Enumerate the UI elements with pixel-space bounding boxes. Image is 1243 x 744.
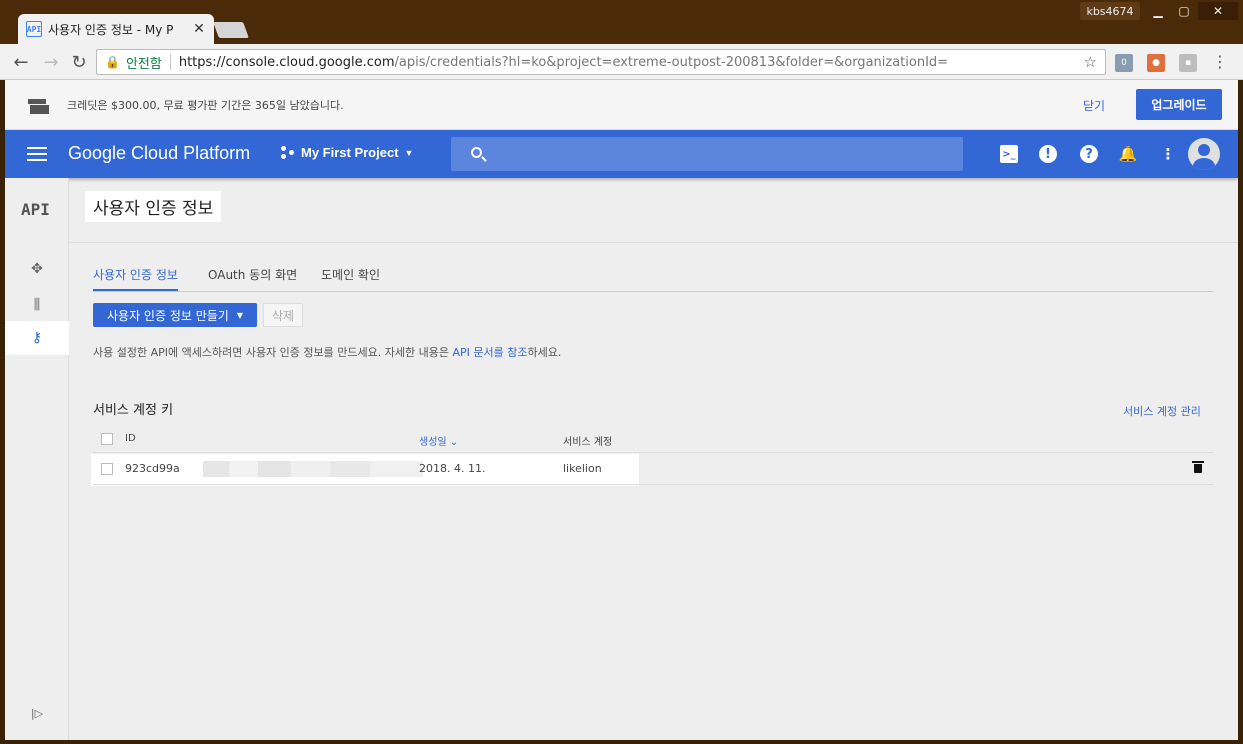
project-dots-icon <box>281 145 295 160</box>
product-title[interactable]: Google Cloud Platform <box>68 143 250 164</box>
search-icon <box>471 147 482 158</box>
url-path: /apis/credentials?hl=ko&project=extreme-… <box>394 54 949 70</box>
trial-banner-text: 크레딧은 $300.00, 무료 평가판 기간은 365일 남았습니다. <box>67 98 344 112</box>
address-bar[interactable]: 🔒 안전함 https://console.cloud.google.com /… <box>96 49 1106 75</box>
extension-icon[interactable]: ● <box>1147 54 1165 72</box>
gift-icon <box>27 95 49 115</box>
chevron-down-icon: ▼ <box>404 147 414 158</box>
create-credentials-label: 사용자 인증 정보 만들기 <box>106 308 229 323</box>
api-docs-link[interactable]: API 문서를 참조 <box>452 346 527 359</box>
help-text-prefix: 사용 설정한 API에 액세스하려면 사용자 인증 정보를 만드세요. 자세한 … <box>93 346 453 359</box>
manage-service-accounts-link[interactable]: 서비스 계정 관리 <box>1123 403 1201 419</box>
key-id: 923cd99a <box>125 462 180 475</box>
key-service-account: likelion <box>563 462 602 475</box>
tab-domain-verification[interactable]: 도메인 확인 <box>321 266 380 291</box>
window-close-icon[interactable]: ✕ <box>1198 2 1238 20</box>
maximize-icon[interactable]: ▢ <box>1172 2 1196 20</box>
api-logo: API <box>21 200 50 219</box>
dashboard-icon[interactable]: ✥ <box>5 252 69 286</box>
app-header: Google Cloud Platform My First Project ▼… <box>5 130 1238 178</box>
browser-titlebar: API 사용자 인증 정보 - My P ✕ kbs4674 ▁ ▢ ✕ <box>0 0 1243 44</box>
library-icon[interactable]: ⫼ <box>5 288 69 322</box>
tab-bar: 사용자 인증 정보 OAuth 동의 화면 도메인 확인 <box>93 266 1213 292</box>
feedback-icon[interactable]: ! <box>1039 145 1057 163</box>
upgrade-button[interactable]: 업그레이드 <box>1136 89 1222 120</box>
row-checkbox[interactable] <box>101 463 113 475</box>
project-selector[interactable]: My First Project ▼ <box>281 145 413 160</box>
help-text: 사용 설정한 API에 액세스하려면 사용자 인증 정보를 만드세요. 자세한 … <box>93 344 561 360</box>
console-page: 크레딧은 $300.00, 무료 평가판 기간은 365일 남았습니다. 닫기 … <box>5 80 1238 740</box>
credentials-key-icon[interactable]: ⚷ <box>5 321 69 355</box>
extension-icon[interactable]: ▪ <box>1179 54 1197 72</box>
extension-icon[interactable]: 0 <box>1115 54 1133 72</box>
reload-icon[interactable]: ↻ <box>68 51 90 73</box>
cloud-shell-icon[interactable]: >_ <box>1000 145 1018 163</box>
minimize-icon[interactable]: ▁ <box>1146 2 1170 20</box>
trash-icon[interactable] <box>1192 461 1204 473</box>
lock-icon: 🔒 <box>105 55 120 69</box>
expand-nav-icon[interactable]: |▷ <box>5 696 69 730</box>
side-navigation: API ✥ ⫼ ⚷ |▷ <box>5 178 69 740</box>
back-arrow-icon[interactable]: ← <box>10 51 32 73</box>
avatar[interactable] <box>1188 138 1220 170</box>
browser-toolbar: ← → ↻ 🔒 안전함 https://console.cloud.google… <box>0 44 1243 80</box>
browser-tab[interactable]: API 사용자 인증 정보 - My P ✕ <box>18 14 214 44</box>
trial-banner: 크레딧은 $300.00, 무료 평가판 기간은 365일 남았습니다. 닫기 … <box>5 80 1238 130</box>
new-tab-button[interactable] <box>213 22 249 38</box>
more-vert-icon[interactable]: ⋮ <box>1159 145 1177 163</box>
key-created-date: 2018. 4. 11. <box>419 462 486 475</box>
tab-oauth-consent[interactable]: OAuth 동의 화면 <box>208 266 297 291</box>
forward-arrow-icon[interactable]: → <box>40 51 62 73</box>
profile-user-badge[interactable]: kbs4674 <box>1080 2 1140 20</box>
table-header: ID 생성일 ⌄ 서비스 계정 <box>93 429 1213 453</box>
tab-close-icon[interactable]: ✕ <box>192 21 206 37</box>
section-title: 서비스 계정 키 <box>93 403 174 418</box>
select-all-checkbox[interactable] <box>101 433 113 445</box>
column-header-account: 서비스 계정 <box>563 437 613 448</box>
url-host: https://console.cloud.google.com <box>178 54 395 70</box>
column-header-id: ID <box>125 433 136 444</box>
main-content: 사용자 인증 정보 사용자 인증 정보 OAuth 동의 화면 도메인 확인 사… <box>69 178 1238 740</box>
sort-chevron-icon: ⌄ <box>449 437 459 448</box>
create-credentials-button[interactable]: 사용자 인증 정보 만들기 ▼ <box>93 303 257 327</box>
column-header-created-label: 생성일 <box>419 437 447 448</box>
tab-credentials[interactable]: 사용자 인증 정보 <box>93 266 178 291</box>
tab-title: 사용자 인증 정보 - My P <box>48 22 174 37</box>
chevron-down-icon: ▼ <box>236 310 243 320</box>
secure-label: 안전함 <box>125 56 162 72</box>
project-name: My First Project <box>301 145 399 160</box>
search-bar[interactable] <box>451 137 963 171</box>
search-input[interactable] <box>495 143 945 165</box>
divider <box>69 242 1238 243</box>
help-text-suffix: 하세요. <box>527 346 562 359</box>
delete-button: 삭제 <box>263 303 303 327</box>
notifications-bell-icon[interactable]: 🔔 <box>1119 145 1138 163</box>
column-header-created[interactable]: 생성일 ⌄ <box>419 433 458 448</box>
table-row: 923cd99a 2018. 4. 11. likelion <box>93 454 1213 485</box>
menu-hamburger-icon[interactable] <box>27 147 47 161</box>
page-title: 사용자 인증 정보 <box>85 191 222 222</box>
close-banner-button[interactable]: 닫기 <box>1083 97 1105 114</box>
api-favicon-icon: API <box>26 21 42 37</box>
redacted-key-id <box>203 461 423 477</box>
bookmark-star-icon[interactable]: ☆ <box>1084 53 1097 71</box>
help-icon[interactable]: ? <box>1080 145 1098 163</box>
divider <box>169 54 171 70</box>
browser-menu-icon[interactable]: ⋮ <box>1212 52 1228 71</box>
